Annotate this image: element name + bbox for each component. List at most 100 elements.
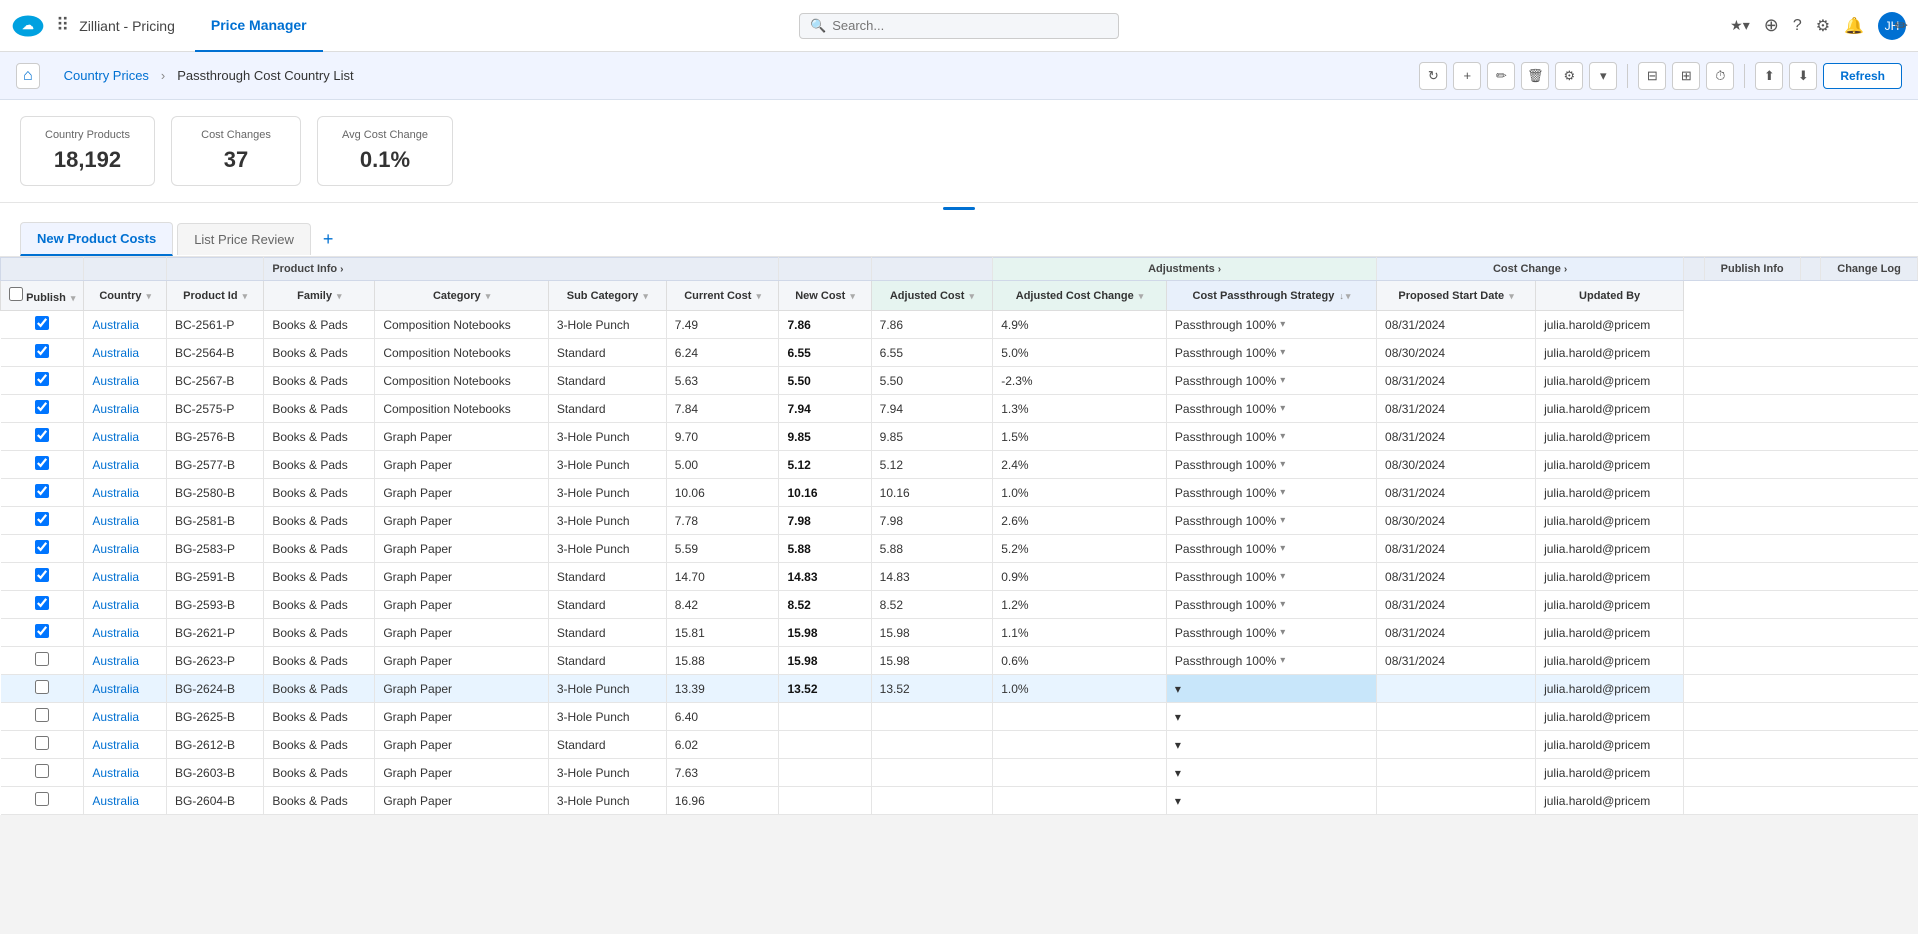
row-checkbox[interactable] — [35, 344, 49, 358]
cell-strategy[interactable]: Passthrough 100% ▾ — [1166, 423, 1376, 451]
cell-strategy[interactable]: Passthrough 100% ▾ — [1166, 591, 1376, 619]
strategy-dropdown-icon[interactable]: ▾ — [1280, 375, 1285, 386]
gear-icon[interactable]: ⚙ — [1816, 16, 1830, 36]
row-checkbox[interactable] — [35, 736, 49, 750]
strategy-dropdown-icon[interactable]: ▾ — [1280, 599, 1285, 610]
strategy-dropdown-icon[interactable]: ▾ — [1280, 431, 1285, 442]
strategy-dropdown-icon[interactable]: ▾ — [1280, 571, 1285, 582]
col-header-adjusted-cost[interactable]: Adjusted Cost ▾ — [871, 281, 993, 311]
col-header-sub-category[interactable]: Sub Category ▾ — [548, 281, 666, 311]
tab-new-product-costs[interactable]: New Product Costs — [20, 222, 173, 256]
cell-publish[interactable] — [1, 675, 84, 703]
strategy-dropdown-icon[interactable]: ▾ — [1280, 319, 1285, 330]
row-checkbox[interactable] — [35, 624, 49, 638]
edit-icon[interactable]: ✏ — [1487, 62, 1515, 90]
cell-publish[interactable] — [1, 339, 84, 367]
strategy-dropdown-icon[interactable]: ▾ — [1175, 682, 1181, 696]
cell-publish[interactable] — [1, 759, 84, 787]
strategy-dropdown-icon[interactable]: ▾ — [1280, 655, 1285, 666]
pencil-icon[interactable]: ✏ — [1895, 16, 1908, 36]
row-checkbox[interactable] — [35, 596, 49, 610]
row-checkbox[interactable] — [35, 540, 49, 554]
strategy-dropdown-icon[interactable]: ▾ — [1280, 515, 1285, 526]
strategy-dropdown-icon[interactable]: ▾ — [1175, 738, 1181, 752]
cell-publish[interactable] — [1, 647, 84, 675]
favorites-icon[interactable]: ★▾ — [1730, 17, 1750, 34]
plus-icon[interactable]: ⊕ — [1764, 15, 1779, 36]
select-all-checkbox[interactable] — [9, 287, 23, 301]
cell-strategy[interactable]: ▾ — [1166, 703, 1376, 731]
strategy-dropdown-icon[interactable]: ▾ — [1175, 794, 1181, 808]
row-checkbox[interactable] — [35, 792, 49, 806]
home-icon[interactable]: ⌂ — [16, 63, 40, 89]
col-header-product-id[interactable]: Product Id ▾ — [167, 281, 264, 311]
cell-strategy[interactable]: Passthrough 100% ▾ — [1166, 451, 1376, 479]
col-header-strategy[interactable]: Cost Passthrough Strategy ↓▾ — [1166, 281, 1376, 311]
strategy-dropdown-icon[interactable]: ▾ — [1280, 403, 1285, 414]
refresh-button[interactable]: Refresh — [1823, 63, 1902, 89]
cell-publish[interactable] — [1, 787, 84, 815]
row-checkbox[interactable] — [35, 708, 49, 722]
cell-strategy[interactable]: Passthrough 100% ▾ — [1166, 479, 1376, 507]
filter-icon[interactable]: ⊟ — [1638, 62, 1666, 90]
strategy-dropdown-icon[interactable]: ▾ — [1175, 710, 1181, 724]
row-checkbox[interactable] — [35, 456, 49, 470]
upload-icon[interactable]: ⬆ — [1755, 62, 1783, 90]
cell-strategy[interactable]: ▾ — [1166, 731, 1376, 759]
cell-strategy[interactable]: Passthrough 100% ▾ — [1166, 395, 1376, 423]
col-header-family[interactable]: Family ▾ — [264, 281, 375, 311]
col-header-new-cost[interactable]: New Cost ▾ — [779, 281, 871, 311]
cell-strategy[interactable]: Passthrough 100% ▾ — [1166, 311, 1376, 339]
strategy-dropdown-icon[interactable]: ▾ — [1280, 347, 1285, 358]
cell-strategy[interactable]: ▾ — [1166, 787, 1376, 815]
search-bar[interactable]: 🔍 — [799, 13, 1119, 39]
clock-icon[interactable]: ⏱ — [1706, 62, 1734, 90]
col-header-proposed-start-date[interactable]: Proposed Start Date ▾ — [1377, 281, 1536, 311]
refresh-small-icon[interactable]: ↻ — [1419, 62, 1447, 90]
cell-strategy[interactable]: Passthrough 100% ▾ — [1166, 339, 1376, 367]
tab-price-manager[interactable]: Price Manager — [195, 0, 323, 52]
cell-strategy[interactable]: Passthrough 100% ▾ — [1166, 619, 1376, 647]
search-input[interactable] — [832, 18, 1108, 33]
cell-publish[interactable] — [1, 311, 84, 339]
bell-icon[interactable]: 🔔 — [1844, 16, 1864, 36]
cell-strategy[interactable]: ▾ — [1166, 675, 1376, 703]
strategy-dropdown-icon[interactable]: ▾ — [1280, 627, 1285, 638]
col-header-publish[interactable]: Publish ▾ — [1, 281, 84, 311]
row-checkbox[interactable] — [35, 372, 49, 386]
row-checkbox[interactable] — [35, 316, 49, 330]
strategy-dropdown-icon[interactable]: ▾ — [1175, 766, 1181, 780]
cell-strategy[interactable]: Passthrough 100% ▾ — [1166, 367, 1376, 395]
cell-strategy[interactable]: Passthrough 100% ▾ — [1166, 535, 1376, 563]
cell-strategy[interactable]: Passthrough 100% ▾ — [1166, 647, 1376, 675]
cell-publish[interactable] — [1, 703, 84, 731]
columns-icon[interactable]: ⊞ — [1672, 62, 1700, 90]
cell-publish[interactable] — [1, 535, 84, 563]
cell-publish[interactable] — [1, 731, 84, 759]
add-tab-button[interactable]: + — [315, 229, 342, 250]
cell-strategy[interactable]: Passthrough 100% ▾ — [1166, 563, 1376, 591]
row-checkbox[interactable] — [35, 680, 49, 694]
cell-publish[interactable] — [1, 367, 84, 395]
cell-strategy[interactable]: Passthrough 100% ▾ — [1166, 507, 1376, 535]
cell-publish[interactable] — [1, 591, 84, 619]
col-header-updated-by[interactable]: Updated By — [1536, 281, 1684, 311]
strategy-dropdown-icon[interactable]: ▾ — [1280, 543, 1285, 554]
cell-publish[interactable] — [1, 423, 84, 451]
download-icon[interactable]: ⬇ — [1789, 62, 1817, 90]
cell-strategy[interactable]: ▾ — [1166, 759, 1376, 787]
row-checkbox[interactable] — [35, 568, 49, 582]
cell-publish[interactable] — [1, 563, 84, 591]
delete-icon[interactable]: 🗑 — [1521, 62, 1549, 90]
chevron-down-icon[interactable]: ▾ — [1589, 62, 1617, 90]
row-checkbox[interactable] — [35, 428, 49, 442]
row-checkbox[interactable] — [35, 652, 49, 666]
col-header-country[interactable]: Country ▾ — [84, 281, 167, 311]
row-checkbox[interactable] — [35, 764, 49, 778]
row-checkbox[interactable] — [35, 484, 49, 498]
cell-publish[interactable] — [1, 619, 84, 647]
cell-publish[interactable] — [1, 395, 84, 423]
strategy-dropdown-icon[interactable]: ▾ — [1280, 459, 1285, 470]
question-icon[interactable]: ? — [1793, 17, 1802, 35]
col-header-current-cost[interactable]: Current Cost ▾ — [666, 281, 779, 311]
